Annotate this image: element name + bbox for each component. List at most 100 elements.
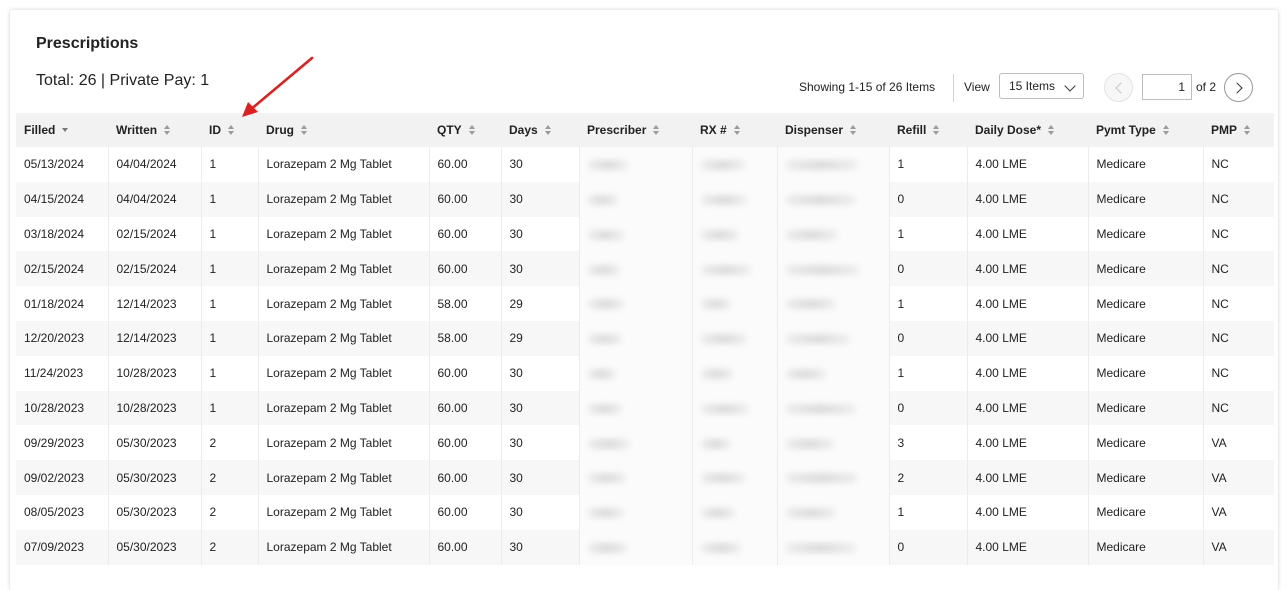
table-row[interactable]: 05/13/2024 04/04/2024 1 Lorazepam 2 Mg Tabl…	[16, 147, 1274, 182]
column-header-daily-dose[interactable]: Daily Dose*	[967, 113, 1088, 147]
redacted-prescriber-cell	[579, 251, 693, 287]
cell-pmp: NC	[1203, 216, 1274, 252]
table-row[interactable]: 10/28/2023 10/28/2023 1 Lorazepam 2 Mg Tabl…	[16, 390, 1274, 426]
cell-pymt-type: Medicare	[1088, 390, 1204, 426]
cell-days: 30	[501, 181, 580, 217]
view-label: View	[964, 80, 990, 94]
column-header-label: Drug	[266, 123, 294, 137]
cell-days: 30	[501, 216, 580, 252]
table-row[interactable]: 11/24/2023 10/28/2023 1 Lorazepam 2 Mg Tabl…	[16, 355, 1274, 391]
table-row[interactable]: 02/15/2024 02/15/2024 1 Lorazepam 2 Mg Tabl…	[16, 251, 1274, 287]
column-header-label: RX #	[700, 123, 727, 137]
sort-icon[interactable]	[1162, 125, 1170, 136]
column-header-pymt-type[interactable]: Pymt Type	[1088, 113, 1203, 147]
sort-icon[interactable]	[1244, 125, 1251, 136]
cell-daily-dose: 4.00 LME	[967, 494, 1089, 530]
cell-id: 1	[201, 320, 259, 356]
table-body: 05/13/2024 04/04/2024 1 Lorazepam 2 Mg Tabl…	[16, 147, 1274, 565]
column-header-label: Daily Dose*	[975, 123, 1042, 137]
redacted-value	[785, 195, 856, 206]
table-row[interactable]: 08/05/2023 05/30/2023 2 Lorazepam 2 Mg Tabl…	[16, 494, 1274, 530]
column-header-label: Refill	[897, 123, 927, 137]
column-header-pmp[interactable]: PMP	[1203, 113, 1274, 147]
redacted-rx-cell	[692, 425, 778, 461]
column-header-days[interactable]: Days	[501, 113, 579, 147]
sort-icon[interactable]	[933, 125, 940, 136]
cell-refill: 0	[889, 320, 968, 356]
sort-icon[interactable]	[850, 125, 857, 136]
redacted-value	[785, 299, 836, 310]
sort-icon[interactable]	[544, 125, 552, 136]
redacted-prescriber-cell	[579, 425, 693, 461]
redacted-rx-cell	[692, 355, 778, 391]
redacted-value	[587, 334, 622, 345]
cell-daily-dose: 4.00 LME	[967, 355, 1089, 391]
redacted-value	[700, 473, 745, 484]
redacted-value	[785, 229, 838, 240]
divider	[953, 74, 954, 102]
sort-icon[interactable]	[1048, 125, 1055, 136]
cell-daily-dose: 4.00 LME	[967, 216, 1089, 252]
redacted-dispenser-cell	[777, 460, 890, 495]
cell-pymt-type: Medicare	[1088, 286, 1204, 321]
cell-pymt-type: Medicare	[1088, 251, 1204, 287]
cell-filled: 07/09/2023	[16, 529, 109, 565]
cell-days: 30	[501, 529, 580, 565]
redacted-dispenser-cell	[777, 320, 890, 356]
items-per-page-select[interactable]: 15 Items	[999, 73, 1084, 99]
table-row[interactable]: 09/02/2023 05/30/2023 2 Lorazepam 2 Mg Tabl…	[16, 460, 1274, 495]
column-header-refill[interactable]: Refill	[889, 113, 967, 147]
cell-drug: Lorazepam 2 Mg Tablet	[258, 425, 430, 461]
cell-pymt-type: Medicare	[1088, 181, 1204, 217]
table-row[interactable]: 04/15/2024 04/04/2024 1 Lorazepam 2 Mg Tabl…	[16, 181, 1274, 217]
sort-icon[interactable]	[733, 125, 741, 136]
cell-qty: 60.00	[429, 494, 502, 530]
sort-icon[interactable]	[62, 125, 69, 136]
sort-icon[interactable]	[301, 125, 308, 136]
chevron-left-icon	[1115, 82, 1127, 94]
column-header-qty[interactable]: QTY	[429, 113, 501, 147]
column-header-written[interactable]: Written	[108, 113, 201, 147]
table-row[interactable]: 07/09/2023 05/30/2023 2 Lorazepam 2 Mg Tabl…	[16, 529, 1274, 565]
redacted-value	[785, 334, 850, 345]
redacted-rx-cell	[692, 251, 778, 287]
sort-icon[interactable]	[164, 125, 171, 136]
redacted-value	[587, 403, 622, 414]
cell-written: 02/15/2024	[108, 251, 202, 287]
sort-icon[interactable]	[228, 125, 235, 136]
cell-refill: 1	[889, 286, 968, 321]
cell-refill: 1	[889, 147, 968, 182]
table-row[interactable]: 12/20/2023 12/14/2023 1 Lorazepam 2 Mg Tabl…	[16, 320, 1274, 356]
cell-refill: 0	[889, 251, 968, 287]
cell-days: 30	[501, 425, 580, 461]
table-row[interactable]: 01/18/2024 12/14/2023 1 Lorazepam 2 Mg Tabl…	[16, 286, 1274, 321]
previous-page-button[interactable]	[1104, 73, 1133, 102]
page-number-input[interactable]: 1	[1142, 74, 1192, 100]
redacted-value	[700, 264, 751, 275]
column-header-filled[interactable]: Filled	[16, 113, 108, 147]
sort-icon[interactable]	[653, 125, 660, 136]
column-header-prescriber[interactable]: Prescriber	[579, 113, 692, 147]
next-page-button[interactable]	[1224, 73, 1253, 102]
cell-written: 05/30/2023	[108, 425, 202, 461]
redacted-prescriber-cell	[579, 494, 693, 530]
column-header-label: Written	[116, 123, 158, 137]
cell-qty: 60.00	[429, 251, 502, 287]
cell-id: 2	[201, 460, 259, 495]
cell-pymt-type: Medicare	[1088, 494, 1204, 530]
redacted-value	[785, 473, 858, 484]
column-header-label: Prescriber	[587, 123, 647, 137]
cell-daily-dose: 4.00 LME	[967, 320, 1089, 356]
redacted-value	[700, 369, 733, 379]
column-header-dispenser[interactable]: Dispenser	[777, 113, 889, 147]
redacted-value	[587, 264, 620, 275]
redacted-rx-cell	[692, 460, 778, 495]
column-header-rx[interactable]: RX #	[692, 113, 777, 147]
table-row[interactable]: 03/18/2024 02/15/2024 1 Lorazepam 2 Mg Tabl…	[16, 216, 1274, 252]
cell-days: 29	[501, 320, 580, 356]
cell-written: 04/04/2024	[108, 181, 202, 217]
redacted-dispenser-cell	[777, 251, 890, 287]
redacted-rx-cell	[692, 181, 778, 217]
table-row[interactable]: 09/29/2023 05/30/2023 2 Lorazepam 2 Mg Tabl…	[16, 425, 1274, 461]
sort-icon[interactable]	[468, 125, 476, 136]
